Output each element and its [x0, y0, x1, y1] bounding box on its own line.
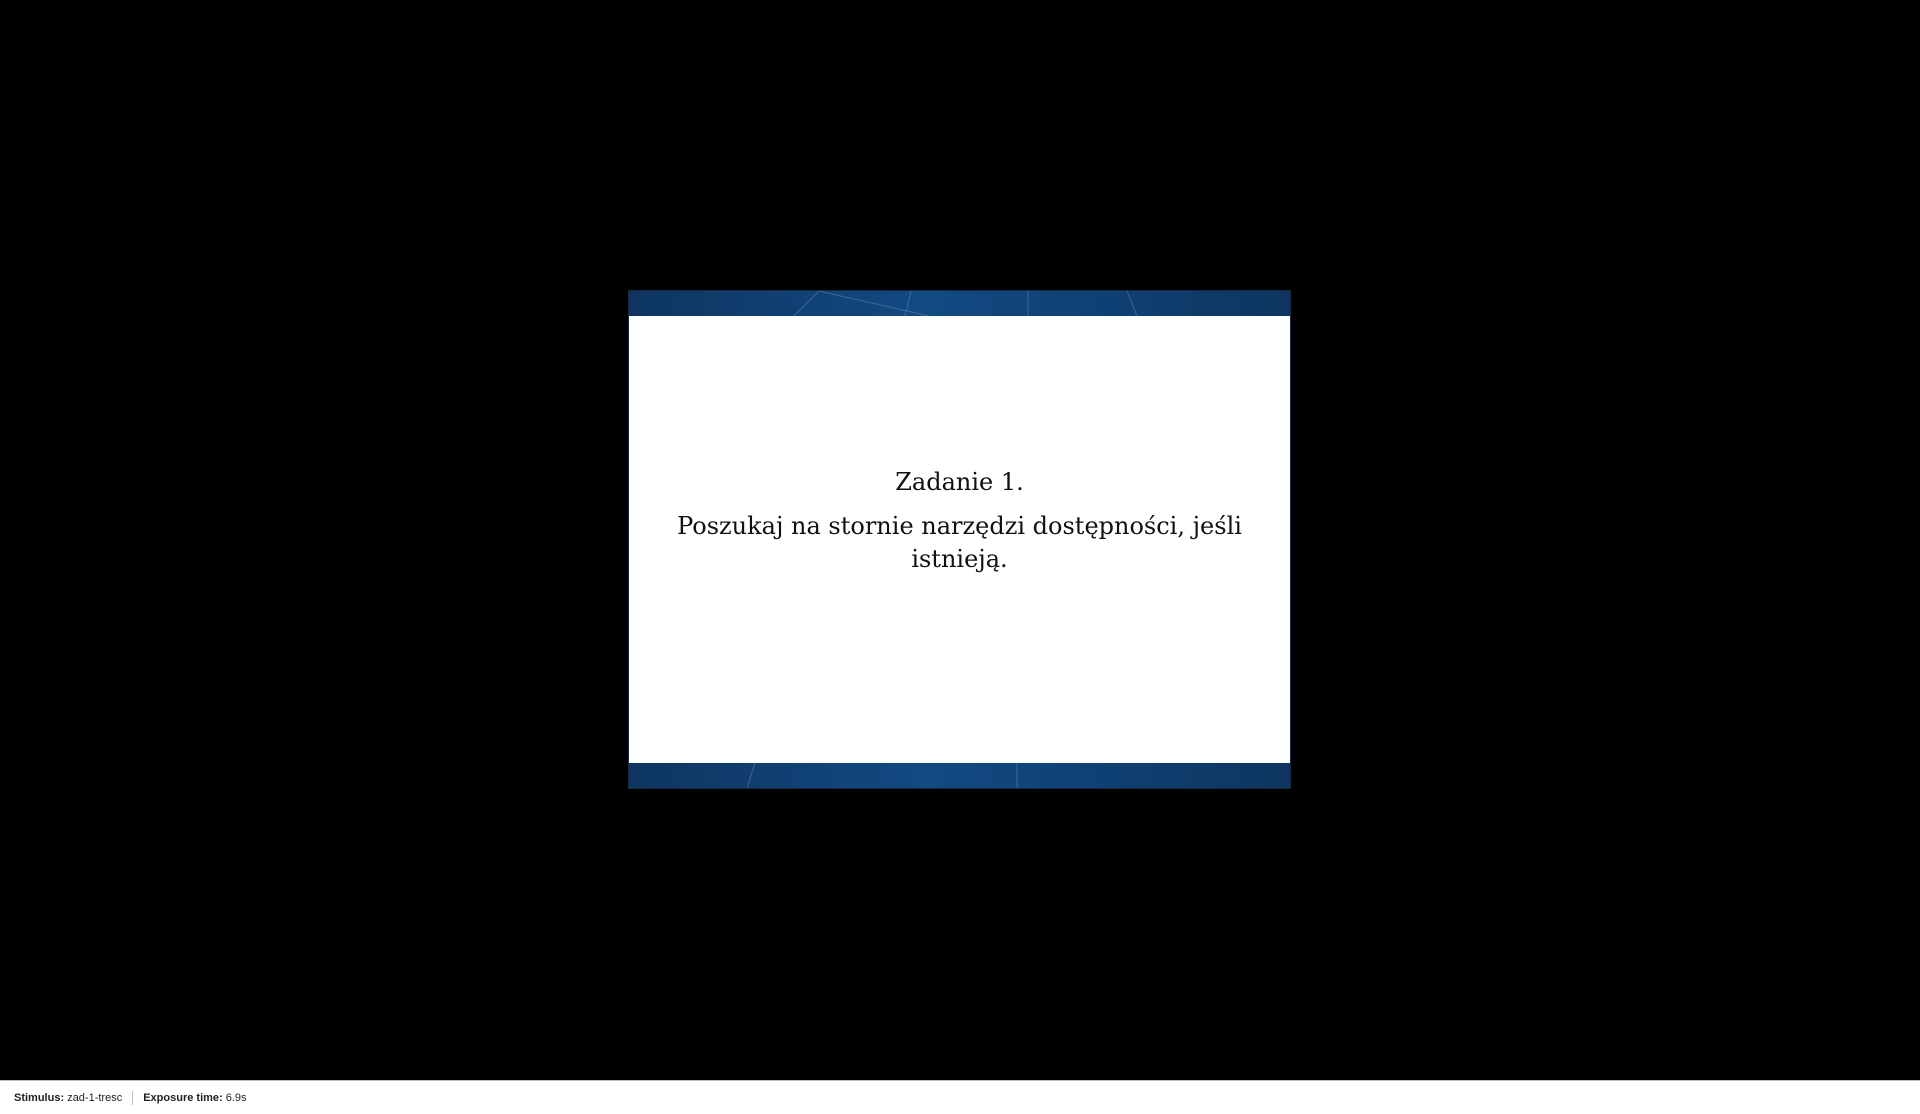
slide-text-block: Zadanie 1. Poszukaj na stornie narzędzi … — [669, 466, 1250, 576]
exposure-value: 6.9s — [225, 1091, 247, 1104]
exposure-label: Exposure time: — [143, 1091, 223, 1104]
slide-footer-band — [629, 763, 1290, 788]
exposure-status: Exposure time: 6.9s — [143, 1092, 246, 1104]
task-title: Zadanie 1. — [895, 468, 1024, 496]
status-bar: Stimulus: zad-1-tresc Exposure time: 6.9… — [0, 1080, 1920, 1114]
status-divider — [132, 1090, 134, 1105]
stimulus-label: Stimulus: — [14, 1091, 65, 1104]
task-instruction: Poszukaj na stornie narzędzi dostępności… — [677, 512, 1242, 573]
stimulus-slide: Zadanie 1. Poszukaj na stornie narzędzi … — [629, 291, 1290, 788]
stimulus-status: Stimulus: zad-1-tresc — [14, 1092, 122, 1104]
presentation-stage: Zadanie 1. Poszukaj na stornie narzędzi … — [0, 0, 1920, 1080]
stimulus-value: zad-1-tresc — [67, 1091, 123, 1104]
slide-header-band — [629, 291, 1290, 316]
